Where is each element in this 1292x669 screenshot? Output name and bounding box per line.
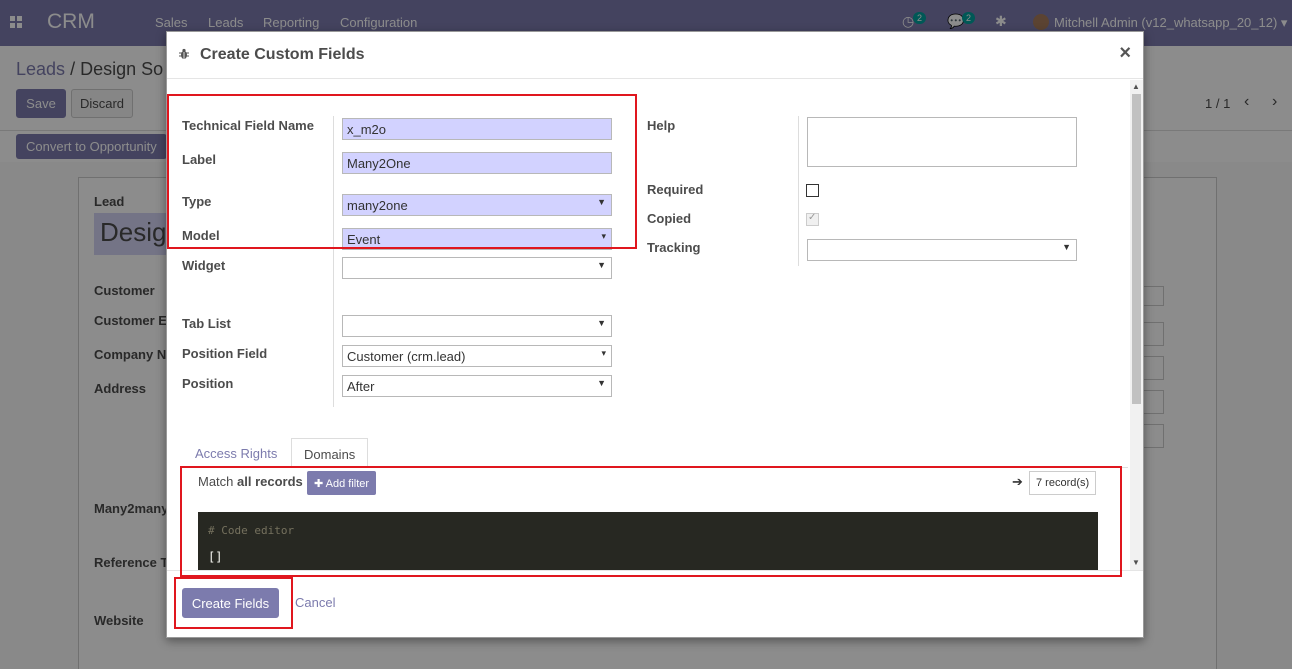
tracking-select[interactable]: ▼ bbox=[807, 239, 1077, 261]
dialog-title: Create Custom Fields bbox=[200, 46, 365, 63]
position-select-value: After bbox=[347, 379, 375, 394]
dialog-header: Create Custom Fields × bbox=[167, 32, 1143, 79]
help-label: Help bbox=[647, 118, 676, 133]
dialog-scrollbar[interactable]: ▲ ▼ bbox=[1130, 80, 1143, 570]
copied-checkbox[interactable] bbox=[806, 212, 819, 226]
position-label: Position bbox=[182, 376, 234, 391]
required-checkbox[interactable] bbox=[806, 184, 819, 197]
scrollbar-thumb[interactable] bbox=[1132, 94, 1141, 404]
position-field-select[interactable]: Customer (crm.lead) ▾ bbox=[342, 345, 612, 367]
required-label: Required bbox=[647, 182, 704, 197]
tab-list-select[interactable]: ▼ bbox=[342, 315, 612, 337]
scroll-down-icon[interactable]: ▼ bbox=[1132, 558, 1140, 567]
dialog-footer: Create Fields Cancel bbox=[167, 570, 1143, 638]
tracking-label: Tracking bbox=[647, 240, 701, 255]
bug-icon bbox=[179, 48, 189, 59]
column-divider bbox=[798, 116, 799, 266]
widget-label: Widget bbox=[182, 258, 226, 273]
caret-down-icon: ▼ bbox=[597, 318, 606, 328]
caret-down-icon: ▼ bbox=[597, 378, 606, 388]
tab-access-rights[interactable]: Access Rights bbox=[195, 446, 277, 461]
caret-down-icon: ▾ bbox=[601, 348, 606, 358]
widget-select[interactable]: ▼ bbox=[342, 257, 612, 279]
tab-list-label: Tab List bbox=[182, 316, 231, 331]
position-field-select-value: Customer (crm.lead) bbox=[347, 349, 466, 364]
copied-label: Copied bbox=[647, 211, 692, 226]
caret-down-icon: ▼ bbox=[1062, 242, 1071, 252]
caret-down-icon: ▼ bbox=[597, 260, 606, 270]
position-field-label: Position Field bbox=[182, 346, 268, 361]
help-textarea[interactable] bbox=[807, 117, 1077, 167]
highlight-box-create bbox=[174, 577, 293, 629]
highlight-box-fields bbox=[167, 94, 637, 249]
position-select[interactable]: After ▼ bbox=[342, 375, 612, 397]
tab-domains[interactable]: Domains bbox=[291, 438, 368, 468]
close-icon[interactable]: × bbox=[1119, 42, 1131, 65]
cancel-button[interactable]: Cancel bbox=[295, 595, 335, 610]
highlight-box-domain bbox=[180, 466, 1122, 577]
scroll-up-icon[interactable]: ▲ bbox=[1132, 82, 1140, 91]
